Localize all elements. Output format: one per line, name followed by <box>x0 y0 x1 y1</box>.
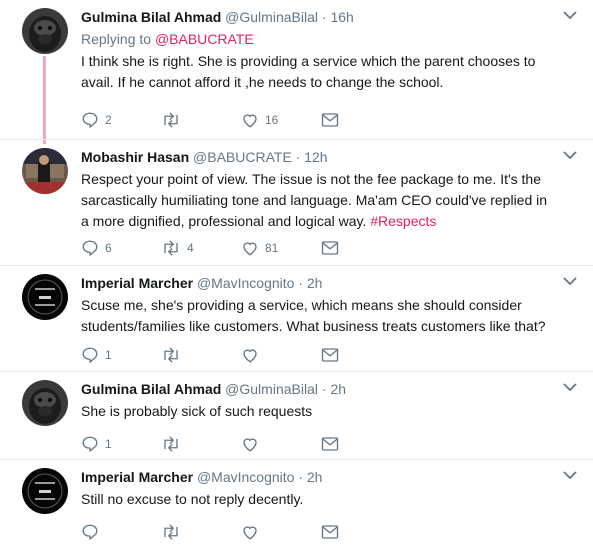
avatar[interactable] <box>22 468 68 514</box>
tweet-time[interactable]: 2h <box>330 381 346 397</box>
separator-dot: · <box>298 469 303 485</box>
chevron-down-icon[interactable] <box>563 150 577 160</box>
like-count: 16 <box>265 113 279 127</box>
replying-to-mention[interactable]: @BABUCRATE <box>155 31 254 47</box>
tweet-time[interactable]: 12h <box>304 149 327 165</box>
reply-icon <box>82 112 98 128</box>
separator-dot: · <box>295 149 301 165</box>
dm-icon <box>321 525 339 539</box>
dm-button[interactable] <box>321 112 401 128</box>
retweet-button[interactable] <box>161 111 241 129</box>
dm-button[interactable] <box>321 524 401 540</box>
avatar[interactable] <box>22 8 68 54</box>
replying-to-label: Replying to <box>81 31 155 47</box>
like-button[interactable] <box>241 346 321 364</box>
retweet-button[interactable] <box>161 435 241 453</box>
tweet[interactable]: Gulmina Bilal Ahmad @GulminaBilal · 2h S… <box>0 372 593 460</box>
retweet-button[interactable] <box>161 346 241 364</box>
separator-dot: · <box>321 381 327 397</box>
separator-dot: · <box>321 9 327 25</box>
retweet-icon <box>164 524 178 540</box>
tweet-text: Respect your point of view. The issue is… <box>81 169 557 232</box>
reply-button[interactable]: 1 <box>81 346 161 364</box>
dm-icon <box>321 437 339 451</box>
chevron-down-icon[interactable] <box>563 470 577 480</box>
tweet[interactable]: Imperial Marcher @MavIncognito · 2h Scus… <box>0 266 593 372</box>
reply-count: 6 <box>105 241 112 255</box>
dm-button[interactable] <box>321 436 401 452</box>
user-handle[interactable]: @GulminaBilal <box>225 9 318 25</box>
reply-button[interactable]: 1 <box>81 435 161 453</box>
reply-count: 2 <box>105 113 112 127</box>
replying-to: Replying to @BABUCRATE <box>81 29 557 49</box>
display-name[interactable]: Mobashir Hasan <box>81 149 189 165</box>
like-icon <box>243 438 257 452</box>
like-button[interactable]: 16 <box>241 111 321 129</box>
user-handle[interactable]: @MavIncognito <box>197 469 294 485</box>
user-handle[interactable]: @GulminaBilal <box>225 381 318 397</box>
avatar[interactable] <box>22 274 68 320</box>
tweet-time[interactable]: 16h <box>330 9 353 25</box>
tweet-body: Respect your point of view. The issue is… <box>81 171 548 229</box>
reply-count: 1 <box>105 437 112 451</box>
dm-icon <box>321 113 339 127</box>
retweet-icon <box>164 112 178 128</box>
hashtag-link[interactable]: #Respects <box>370 213 436 229</box>
tweet[interactable]: Gulmina Bilal Ahmad @GulminaBilal · 16h … <box>0 0 593 140</box>
like-icon <box>243 349 257 363</box>
retweet-button[interactable]: 4 <box>161 239 241 257</box>
tweet-text: Still no excuse to not reply decently. <box>81 491 304 507</box>
like-button[interactable] <box>241 435 321 453</box>
gorilla-avatar-icon <box>22 8 68 54</box>
reply-count: 1 <box>105 348 112 362</box>
reply-thread: Gulmina Bilal Ahmad @GulminaBilal · 16h … <box>0 0 593 549</box>
dm-icon <box>321 241 339 255</box>
user-handle[interactable]: @MavIncognito <box>197 275 294 291</box>
display-name[interactable]: Gulmina Bilal Ahmad <box>81 9 221 25</box>
user-handle[interactable]: @BABUCRATE <box>193 149 292 165</box>
reply-button[interactable]: 6 <box>81 239 161 257</box>
chevron-down-icon[interactable] <box>563 382 577 392</box>
retweet-button[interactable] <box>161 523 241 541</box>
tweet-text: She is probably sick of such requests <box>81 403 313 419</box>
chevron-down-icon[interactable] <box>563 10 577 20</box>
reply-button[interactable] <box>81 523 161 541</box>
display-name[interactable]: Imperial Marcher <box>81 469 193 485</box>
photo-avatar-icon <box>22 148 68 194</box>
reply-button[interactable]: 2 <box>81 111 161 129</box>
retweet-icon <box>164 347 178 363</box>
retweet-icon <box>164 240 178 256</box>
dm-button[interactable] <box>321 240 401 256</box>
chevron-down-icon[interactable] <box>563 276 577 286</box>
like-button[interactable] <box>241 523 321 541</box>
reply-icon <box>82 524 98 540</box>
tweet-time[interactable]: 2h <box>307 275 323 291</box>
like-count: 81 <box>265 241 279 255</box>
tweet-time[interactable]: 2h <box>307 469 323 485</box>
display-name[interactable]: Imperial Marcher <box>81 275 193 291</box>
like-icon <box>243 526 257 540</box>
dm-button[interactable] <box>321 347 401 363</box>
like-icon <box>243 242 257 256</box>
dark-logo-avatar-icon <box>22 468 68 514</box>
like-button[interactable]: 81 <box>241 239 321 257</box>
display-name[interactable]: Gulmina Bilal Ahmad <box>81 381 221 397</box>
reply-icon <box>82 347 98 363</box>
like-icon <box>243 114 257 128</box>
avatar[interactable] <box>22 380 68 426</box>
tweet-text: I think she is right. She is providing a… <box>81 53 536 90</box>
dm-icon <box>321 348 339 362</box>
tweet[interactable]: Imperial Marcher @MavIncognito · 2h Stil… <box>0 460 593 549</box>
reply-icon <box>82 436 98 452</box>
retweet-count: 4 <box>187 241 194 255</box>
tweet[interactable]: Mobashir Hasan @BABUCRATE · 12h Respect … <box>0 140 593 266</box>
gorilla-avatar-icon <box>22 380 68 426</box>
avatar[interactable] <box>22 148 68 194</box>
reply-icon <box>82 240 98 256</box>
dark-logo-avatar-icon <box>22 274 68 320</box>
retweet-icon <box>164 436 178 452</box>
tweet-text: Scuse me, she's providing a service, whi… <box>81 297 546 334</box>
separator-dot: · <box>298 275 303 291</box>
